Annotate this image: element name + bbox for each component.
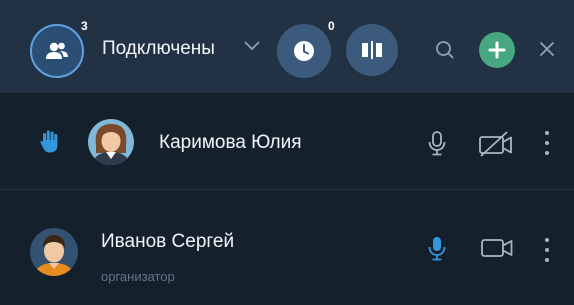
microphone-icon[interactable] [428, 236, 446, 261]
more-vertical-icon[interactable] [544, 131, 550, 155]
people-icon [46, 42, 68, 59]
chevron-down-icon[interactable] [244, 40, 260, 52]
more-vertical-icon[interactable] [544, 238, 550, 262]
status-filter-dropdown[interactable]: Подключены [102, 38, 215, 60]
avatar [30, 228, 78, 276]
participants-button[interactable] [30, 24, 84, 78]
avatar [88, 119, 134, 165]
plus-icon [488, 41, 506, 59]
microphone-icon[interactable] [428, 131, 446, 156]
panel-header: 3 Подключены 0 [0, 0, 574, 93]
layout-button[interactable] [346, 24, 398, 76]
close-icon[interactable] [539, 41, 555, 57]
add-participant-button[interactable] [479, 32, 515, 68]
participants-count-badge: 3 [81, 19, 88, 33]
participant-name: Иванов Сергей [101, 231, 235, 252]
layout-columns-icon [362, 41, 382, 59]
camera-icon[interactable] [480, 236, 514, 260]
participant-row: Иванов Сергей организатор [0, 190, 574, 305]
queue-count-badge: 0 [328, 19, 335, 33]
camera-off-icon[interactable] [478, 131, 514, 157]
participant-role: организатор [101, 269, 175, 284]
search-icon[interactable] [434, 39, 456, 61]
participant-name: Каримова Юлия [159, 132, 302, 153]
participant-row: Каримова Юлия [0, 93, 574, 190]
clock-icon [294, 41, 314, 61]
raised-hand-icon[interactable] [40, 130, 59, 153]
queue-button[interactable] [277, 24, 331, 78]
